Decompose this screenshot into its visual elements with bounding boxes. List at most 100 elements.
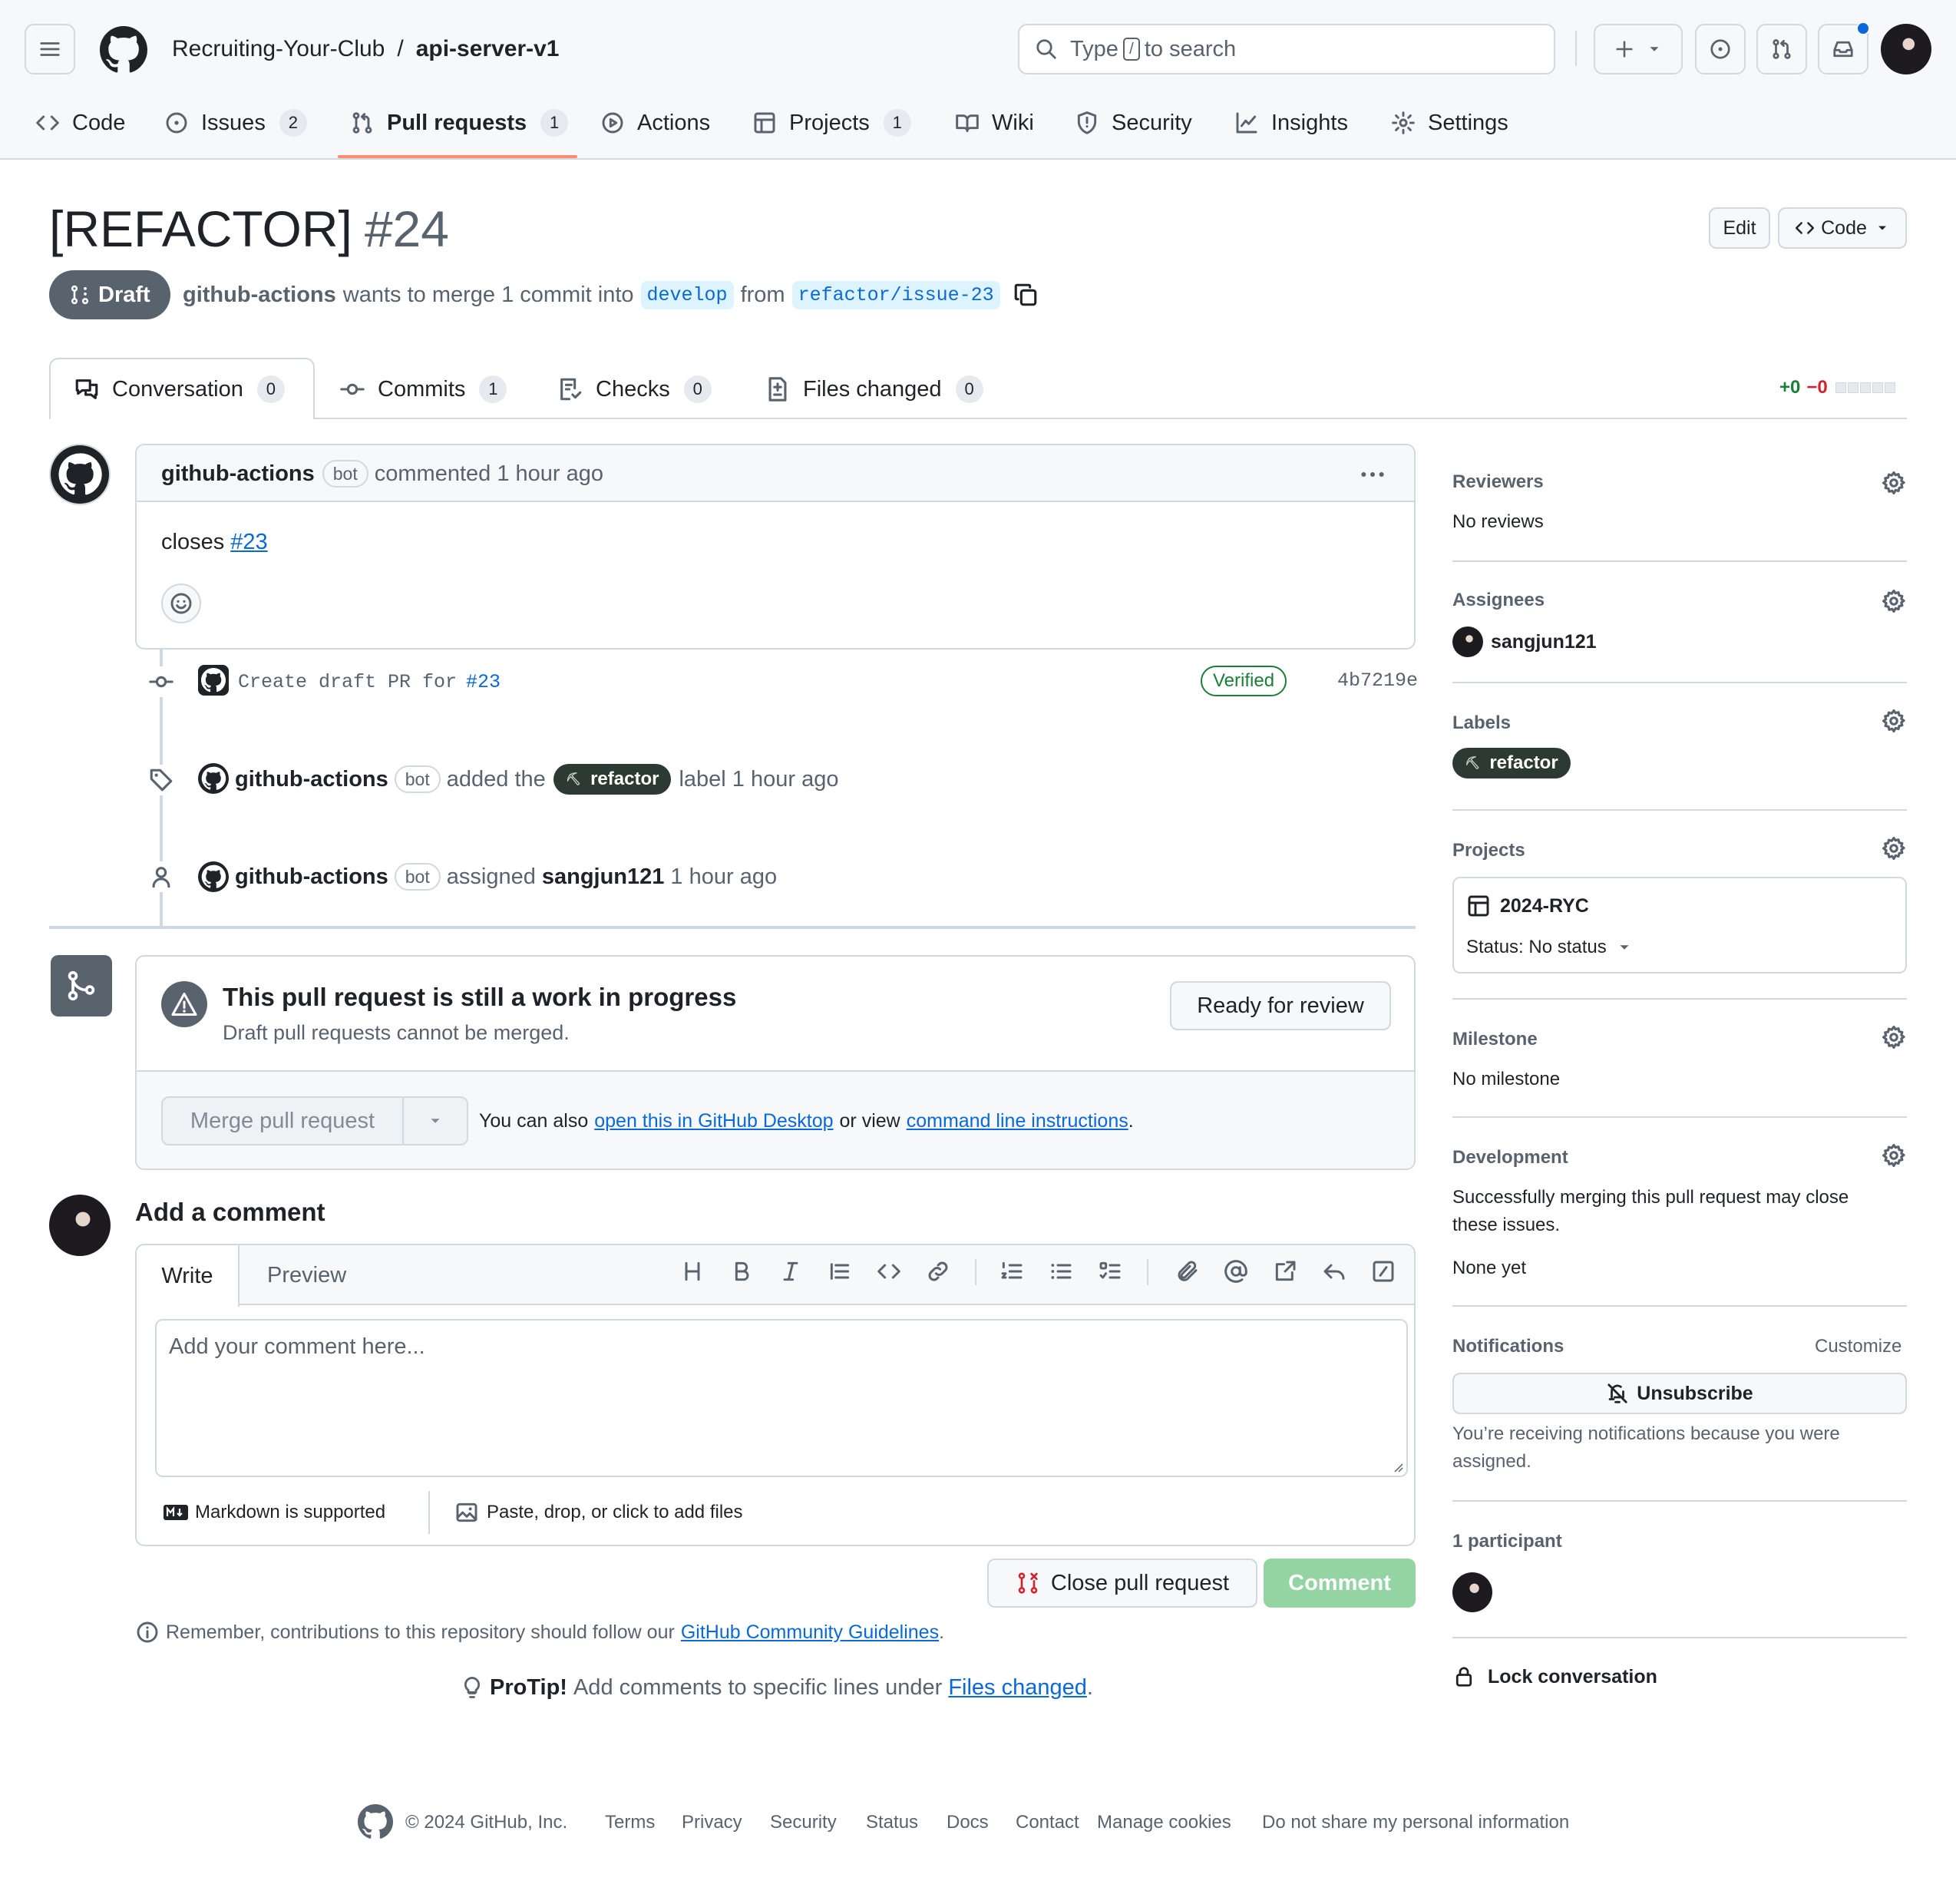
owner-link[interactable]: Recruiting-Your-Club (172, 36, 385, 62)
gear-icon[interactable] (1881, 470, 1907, 496)
commit-sha[interactable]: 4b7219e (1337, 669, 1418, 692)
commit-issue-link[interactable]: #23 (466, 671, 501, 693)
footer-link-contact[interactable]: Contact (1016, 1812, 1079, 1833)
heading-button[interactable] (680, 1259, 705, 1284)
saved-replies-button[interactable] (1322, 1259, 1346, 1284)
bold-button[interactable] (729, 1259, 754, 1284)
repo-link[interactable]: api-server-v1 (416, 36, 560, 62)
tab-conversation[interactable]: Conversation 0 (74, 359, 285, 419)
refactor-label[interactable]: ⛏ refactor (553, 764, 672, 795)
comment-author-link[interactable]: github-actions (161, 461, 315, 487)
assignee-item[interactable]: sangjun121 (1452, 626, 1597, 657)
issue-link[interactable]: #23 (230, 530, 267, 555)
nav-actions[interactable]: Actions (600, 106, 710, 140)
tab-preview[interactable]: Preview (267, 1245, 346, 1305)
link-button[interactable] (926, 1259, 950, 1284)
nav-pull-requests[interactable]: Pull requests 1 (350, 106, 569, 140)
github-desktop-link[interactable]: open this in GitHub Desktop (594, 1110, 833, 1132)
verified-badge[interactable]: Verified (1201, 666, 1287, 696)
comment-textarea[interactable]: Add your comment here... (155, 1319, 1408, 1477)
code-button[interactable] (877, 1259, 901, 1284)
gear-icon[interactable] (1881, 1142, 1907, 1169)
commit-author-avatar[interactable] (198, 665, 229, 696)
resize-handle-icon[interactable] (1391, 1460, 1403, 1473)
pull-requests-button[interactable] (1756, 24, 1807, 74)
mention-button[interactable] (1224, 1259, 1248, 1284)
commit-message[interactable]: Create draft PR for #23 (238, 666, 501, 697)
milestone-heading[interactable]: Milestone (1452, 1029, 1538, 1050)
comment-meta[interactable]: commented 1 hour ago (375, 461, 603, 487)
add-reaction-button[interactable] (161, 583, 201, 623)
nav-issues[interactable]: Issues 2 (164, 106, 307, 140)
gear-icon[interactable] (1881, 588, 1907, 614)
footer-logo[interactable] (358, 1804, 393, 1840)
project-status-dropdown[interactable]: Status: No status (1466, 934, 1633, 961)
footer-link-security[interactable]: Security (770, 1812, 837, 1833)
tab-files-changed[interactable]: Files changed 0 (765, 359, 983, 419)
cross-reference-button[interactable] (1273, 1259, 1297, 1284)
participant-avatar[interactable] (1452, 1572, 1492, 1612)
footer-link-terms[interactable]: Terms (605, 1812, 655, 1833)
development-heading[interactable]: Development (1452, 1147, 1568, 1169)
ordered-list-button[interactable] (999, 1259, 1024, 1284)
current-user-avatar[interactable] (49, 1195, 111, 1256)
pr-author-link[interactable]: github-actions (183, 283, 336, 308)
gear-icon[interactable] (1881, 708, 1907, 734)
task-list-button[interactable] (1098, 1259, 1122, 1284)
footer-link-privacy[interactable]: Privacy (682, 1812, 742, 1833)
assign-event-user[interactable]: sangjun121 (542, 864, 665, 890)
close-pull-request-button[interactable]: Close pull request (987, 1559, 1257, 1608)
sidebar-refactor-label[interactable]: ⛏ refactor (1452, 748, 1571, 778)
tab-checks[interactable]: Checks 0 (557, 359, 712, 419)
assign-event-actor[interactable]: github-actions (235, 864, 388, 890)
head-branch[interactable]: refactor/issue-23 (791, 280, 1000, 309)
comment-submit-button[interactable]: Comment (1264, 1559, 1416, 1608)
user-avatar[interactable] (1881, 24, 1931, 74)
slash-commands-button[interactable] (1371, 1259, 1396, 1284)
projects-heading[interactable]: Projects (1452, 840, 1525, 861)
footer-link-manage-cookies[interactable]: Manage cookies (1097, 1812, 1231, 1833)
assignees-heading[interactable]: Assignees (1452, 590, 1545, 611)
nav-security[interactable]: Security (1075, 106, 1192, 140)
community-guidelines-link[interactable]: GitHub Community Guidelines (681, 1621, 939, 1644)
nav-settings[interactable]: Settings (1391, 106, 1508, 140)
attach-files[interactable]: Paste, drop, or click to add files (454, 1497, 743, 1528)
search-input[interactable]: Type / to search (1018, 24, 1555, 74)
markdown-support[interactable]: Markdown is supported (163, 1497, 385, 1528)
nav-insights[interactable]: Insights (1234, 106, 1348, 140)
labels-heading[interactable]: Labels (1452, 712, 1511, 734)
unordered-list-button[interactable] (1049, 1259, 1073, 1284)
create-new-button[interactable] (1594, 24, 1683, 74)
menu-button[interactable] (25, 24, 75, 74)
tab-write[interactable]: Write (137, 1245, 240, 1307)
base-branch[interactable]: develop (640, 280, 734, 309)
quote-button[interactable] (828, 1259, 852, 1284)
ready-for-review-button[interactable]: Ready for review (1170, 981, 1391, 1030)
gear-icon[interactable] (1881, 1024, 1907, 1050)
footer-link-status[interactable]: Status (866, 1812, 918, 1833)
command-line-instructions-link[interactable]: command line instructions (907, 1110, 1128, 1132)
tab-commits[interactable]: Commits 1 (339, 359, 507, 419)
edit-button[interactable]: Edit (1709, 207, 1770, 249)
nav-wiki[interactable]: Wiki (955, 106, 1034, 140)
assign-event-avatar[interactable] (198, 861, 229, 892)
issues-button[interactable] (1695, 24, 1746, 74)
reviewers-heading[interactable]: Reviewers (1452, 471, 1544, 493)
customize-notifications-link[interactable]: Customize (1815, 1336, 1901, 1357)
copy-icon[interactable] (1013, 282, 1039, 308)
attach-button[interactable] (1175, 1259, 1199, 1284)
code-dropdown-button[interactable]: Code (1778, 207, 1907, 249)
gear-icon[interactable] (1881, 835, 1907, 861)
files-changed-link[interactable]: Files changed (948, 1675, 1087, 1701)
nav-projects[interactable]: Projects 1 (752, 106, 911, 140)
lock-conversation-button[interactable]: Lock conversation (1452, 1661, 1657, 1692)
project-link[interactable]: 2024-RYC (1466, 891, 1589, 921)
unsubscribe-button[interactable]: Unsubscribe (1452, 1373, 1907, 1414)
label-event-avatar[interactable] (198, 763, 229, 794)
comment-options-button[interactable] (1357, 459, 1388, 490)
italic-button[interactable] (778, 1259, 803, 1284)
comment-author-avatar[interactable] (49, 444, 111, 505)
footer-link-do-not-share[interactable]: Do not share my personal information (1262, 1812, 1569, 1833)
nav-code[interactable]: Code (35, 106, 125, 140)
merge-method-dropdown[interactable] (404, 1098, 467, 1144)
